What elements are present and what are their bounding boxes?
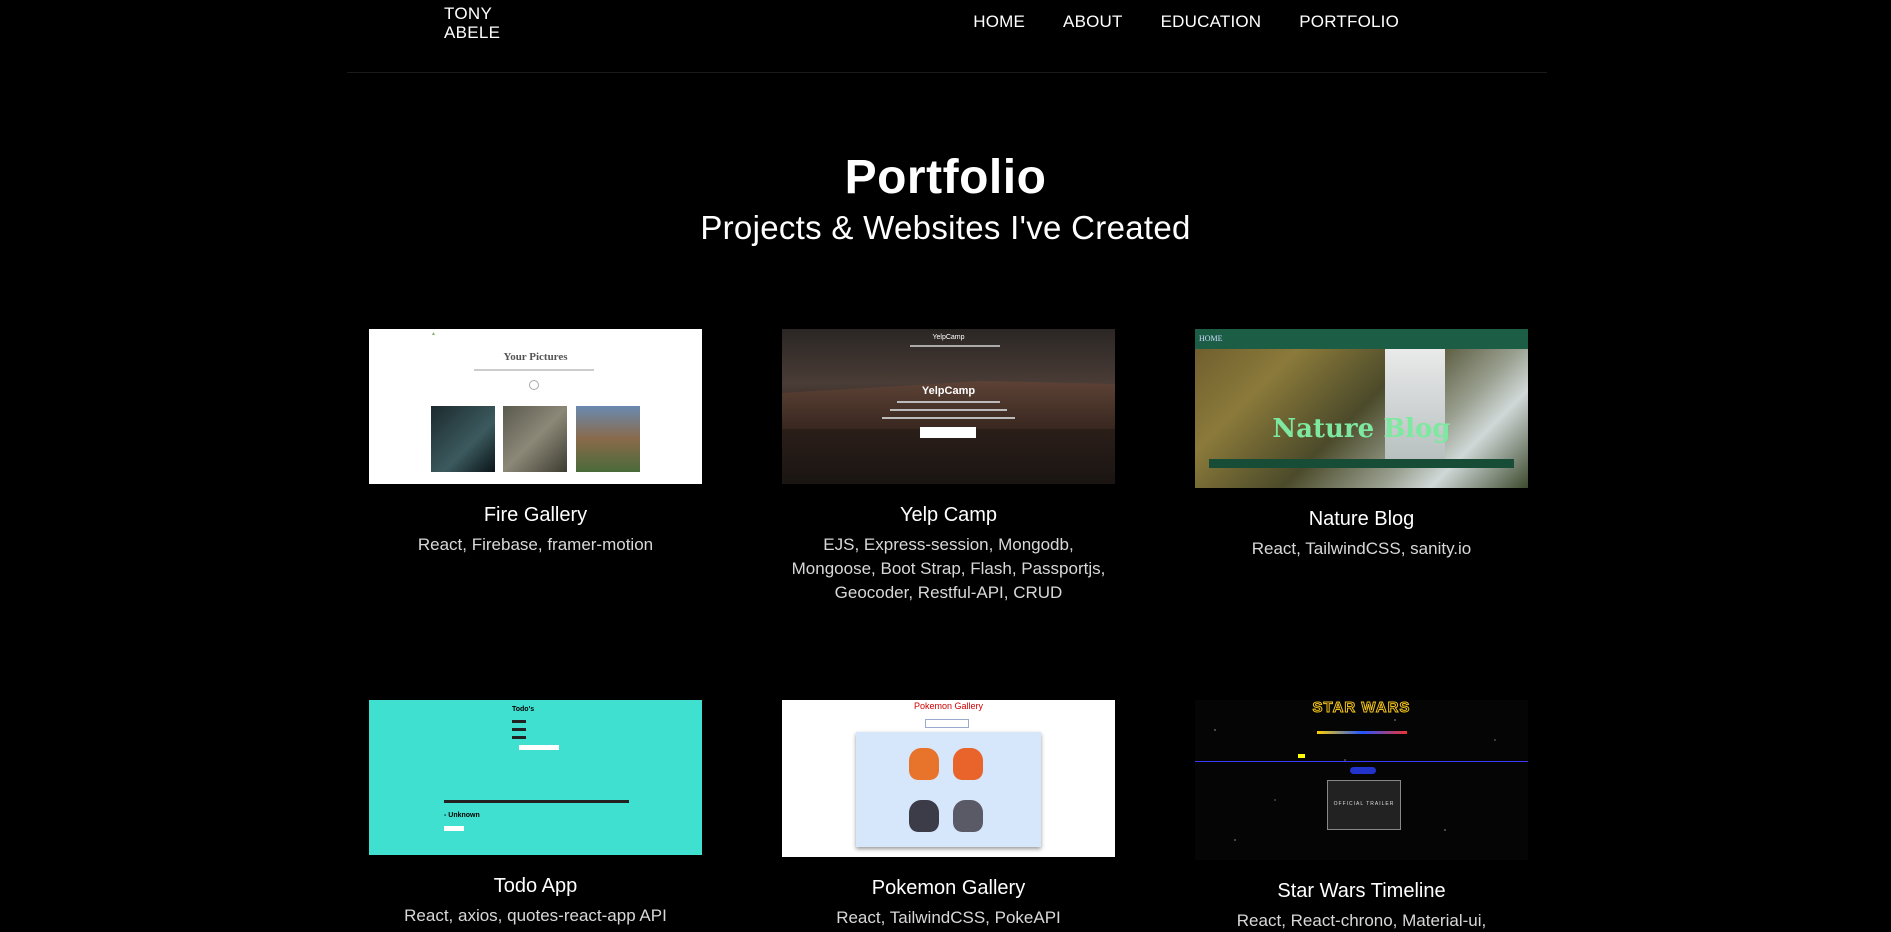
thumb-quote-author: - Unknown bbox=[444, 812, 480, 819]
nav-home[interactable]: HOME bbox=[973, 12, 1025, 32]
project-tech: React, axios, quotes-react-app API bbox=[404, 906, 667, 925]
nav-portfolio[interactable]: PORTFOLIO bbox=[1299, 12, 1399, 32]
nav-education[interactable]: EDUCATION bbox=[1161, 12, 1262, 32]
thumb-pokemon-sprite bbox=[909, 800, 939, 832]
portfolio-page: TONY ABELE HOME ABOUT EDUCATION PORTFOLI… bbox=[0, 0, 1891, 932]
thumb-heading: Nature Blog bbox=[1272, 414, 1451, 444]
project-card-todo-app[interactable]: Todo's - Unknown Todo App React, axios, … bbox=[369, 700, 702, 928]
project-card-yelp-camp[interactable]: YelpCamp YelpCamp Yelp Camp EJS, Express… bbox=[782, 329, 1115, 605]
thumb-tagline-strip bbox=[1209, 459, 1514, 468]
thumb-add-icon bbox=[529, 380, 539, 390]
thumb-nav-links bbox=[910, 345, 1000, 347]
project-thumbnail[interactable]: YelpCamp YelpCamp bbox=[782, 329, 1115, 484]
project-tech: React, TailwindCSS, PokeAPI bbox=[836, 908, 1061, 927]
project-tech: React, React-chrono, Material-ui, bbox=[1236, 911, 1487, 930]
thumb-search-input bbox=[925, 719, 969, 728]
project-thumbnail[interactable]: Todo's - Unknown bbox=[369, 700, 702, 855]
project-title: Nature Blog bbox=[1308, 508, 1415, 530]
thumb-photo bbox=[576, 406, 640, 472]
site-header: TONY ABELE HOME ABOUT EDUCATION PORTFOLI… bbox=[347, 0, 1547, 73]
thumb-todo-line bbox=[512, 736, 526, 739]
project-tech: EJS, Express-session, Mongodb, Mongoose,… bbox=[791, 535, 1106, 602]
project-title: Star Wars Timeline bbox=[1277, 880, 1446, 902]
logo-line-1: TONY bbox=[444, 4, 493, 23]
page-title: Portfolio bbox=[844, 151, 1047, 204]
thumb-video: OFFICIAL TRAILER bbox=[1327, 780, 1401, 830]
thumb-marker bbox=[1298, 754, 1305, 758]
page-subtitle: Projects & Websites I've Created bbox=[700, 209, 1191, 246]
thumb-timeline-controls bbox=[1350, 767, 1376, 774]
project-card-pokemon-gallery[interactable]: Pokemon Gallery Pokemon Gallery React, T… bbox=[782, 700, 1115, 930]
thumb-nav-bar: HOME bbox=[1195, 329, 1528, 349]
thumb-text-line bbox=[882, 417, 1015, 419]
thumb-text-line bbox=[474, 369, 594, 371]
thumb-button bbox=[444, 826, 464, 831]
project-thumbnail[interactable]: STAR WARS OFFICIAL TRAILER bbox=[1195, 700, 1528, 860]
project-thumbnail[interactable]: ▲ Your Pictures bbox=[369, 329, 702, 484]
thumb-photo bbox=[431, 406, 495, 472]
project-thumbnail[interactable]: HOME Nature Blog bbox=[1195, 329, 1528, 488]
project-tech: React, Firebase, framer-motion bbox=[417, 535, 654, 554]
thumb-heading: Pokemon Gallery bbox=[913, 701, 984, 711]
thumb-color-bar bbox=[1317, 731, 1407, 734]
main-nav: HOME ABOUT EDUCATION PORTFOLIO bbox=[973, 12, 1399, 32]
project-title: Fire Gallery bbox=[483, 504, 588, 526]
thumb-heading: Todo's bbox=[512, 706, 535, 713]
logo-line-2: ABELE bbox=[444, 23, 501, 42]
thumb-pokemon-sprite bbox=[953, 800, 983, 832]
project-thumbnail[interactable]: Pokemon Gallery bbox=[782, 700, 1115, 857]
thumb-text-line bbox=[897, 401, 1000, 403]
thumb-button bbox=[920, 427, 976, 438]
thumb-nav-home: HOME bbox=[1199, 334, 1223, 343]
thumb-nav-title: YelpCamp bbox=[932, 334, 965, 341]
project-tech: React, TailwindCSS, sanity.io bbox=[1251, 539, 1472, 558]
thumb-input bbox=[519, 745, 559, 750]
thumb-star-wars-logo: STAR WARS bbox=[1312, 700, 1411, 716]
thumb-heading: Your Pictures bbox=[503, 351, 568, 363]
thumb-card-panel bbox=[856, 732, 1041, 847]
project-title: Yelp Camp bbox=[899, 504, 998, 526]
thumb-landscape bbox=[782, 381, 1115, 429]
thumb-heading: YelpCamp bbox=[921, 385, 976, 397]
thumb-video-label: OFFICIAL TRAILER bbox=[1333, 801, 1395, 807]
project-title: Todo App bbox=[493, 875, 578, 897]
project-card-fire-gallery[interactable]: ▲ Your Pictures Fire Gallery React, Fire… bbox=[369, 329, 702, 557]
thumb-text-line bbox=[890, 409, 1007, 411]
thumb-pokemon-sprite bbox=[909, 748, 939, 780]
thumb-brand-mark: ▲ bbox=[431, 331, 436, 337]
site-logo[interactable]: TONY ABELE bbox=[444, 4, 500, 42]
thumb-quote-line bbox=[444, 800, 629, 803]
project-title: Pokemon Gallery bbox=[871, 877, 1026, 899]
thumb-timeline-line bbox=[1195, 761, 1528, 762]
thumb-photo bbox=[503, 406, 567, 472]
thumb-todo-line bbox=[512, 720, 526, 723]
project-card-nature-blog[interactable]: HOME Nature Blog Nature Blog React, Tail… bbox=[1195, 329, 1528, 561]
thumb-todo-line bbox=[512, 728, 526, 731]
project-card-star-wars-timeline[interactable]: STAR WARS OFFICIAL TRAILER Star Wars Tim… bbox=[1195, 700, 1528, 932]
nav-about[interactable]: ABOUT bbox=[1063, 12, 1123, 32]
thumb-pokemon-sprite bbox=[953, 748, 983, 780]
